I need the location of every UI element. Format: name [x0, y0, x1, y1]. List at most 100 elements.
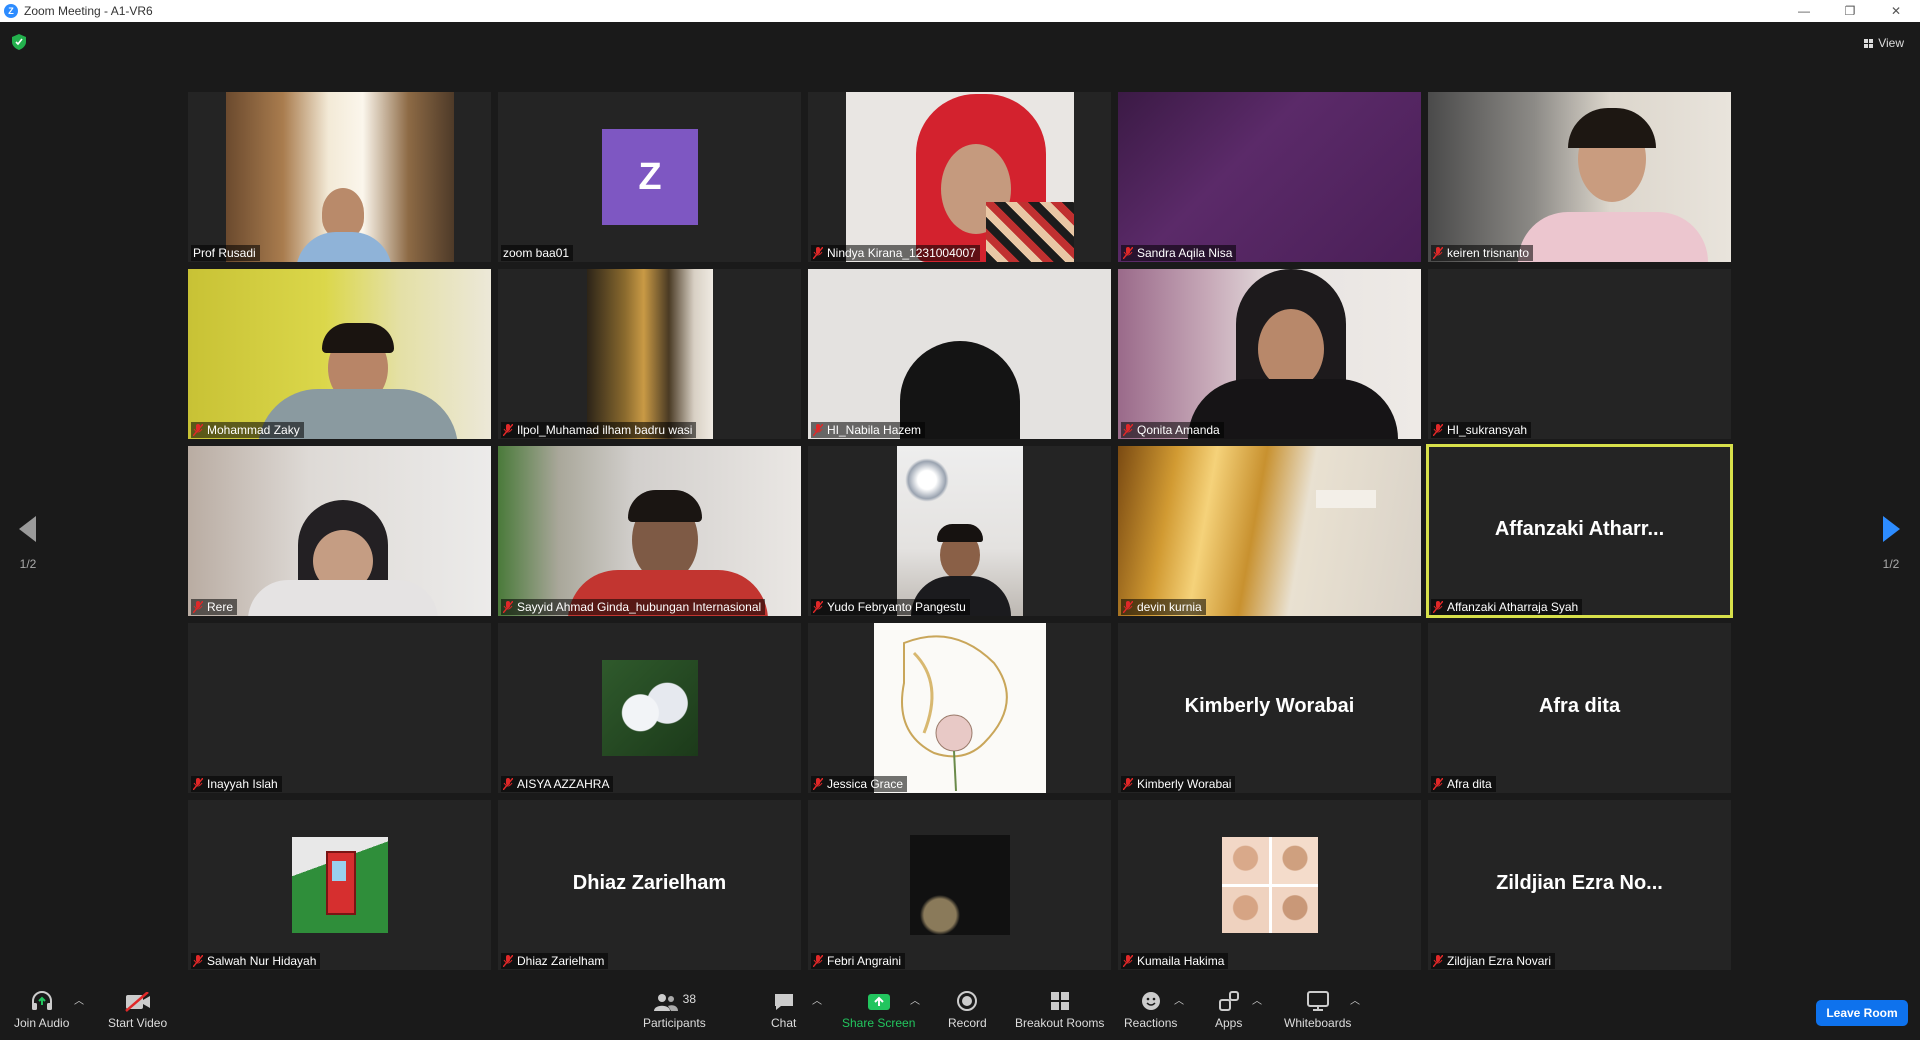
participant-tile[interactable]: HI_sukransyah [1428, 269, 1731, 439]
participant-name-label: Prof Rusadi [191, 245, 260, 261]
next-page-arrow-icon[interactable] [1882, 516, 1900, 542]
participant-tile[interactable]: Sayyid Ahmad Ginda_hubungan Internasiona… [498, 446, 801, 616]
audio-options-caret-icon[interactable]: ︿ [74, 992, 84, 1007]
participant-name: keiren trisnanto [1447, 246, 1530, 260]
participant-name: Dhiaz Zarielham [517, 954, 605, 968]
video-feed [1428, 92, 1731, 262]
participant-tile[interactable]: Rere [188, 446, 491, 616]
share-screen-button[interactable]: Share Screen [842, 986, 915, 1030]
participant-tile[interactable]: Z zoom baa01 [498, 92, 801, 262]
participant-tile[interactable]: Jessica Grace [808, 623, 1111, 793]
muted-mic-icon [1122, 246, 1134, 260]
participant-name-label: Sandra Aqila Nisa [1121, 245, 1237, 261]
avatar [910, 835, 1010, 935]
participant-name: Kimberly Worabai [1137, 777, 1232, 791]
participant-tile-active-speaker[interactable]: Affanzaki Atharr... Affanzaki Atharraja … [1426, 444, 1733, 618]
participant-tile[interactable]: Salwah Nur Hidayah [188, 800, 491, 970]
participant-name-label: Kumaila Hakima [1121, 953, 1229, 969]
participant-tile[interactable]: Inayyah Islah [188, 623, 491, 793]
grid-view-icon [1864, 38, 1874, 48]
participant-name-label: keiren trisnanto [1431, 245, 1534, 261]
participant-tile[interactable]: Qonita Amanda [1118, 269, 1421, 439]
participant-name: Sandra Aqila Nisa [1137, 246, 1233, 260]
apps-button[interactable]: Apps [1215, 986, 1242, 1030]
previous-page-arrow-icon[interactable] [19, 516, 37, 542]
participant-name-label: devin kurnia [1121, 599, 1206, 615]
leave-room-button[interactable]: Leave Room [1816, 1000, 1908, 1026]
participant-tile[interactable]: Dhiaz Zarielham Dhiaz Zarielham [498, 800, 801, 970]
participant-name-label: Febri Angraini [811, 953, 906, 969]
meeting-toolbar: Join Audio ︿ Start Video 38 Participants… [0, 982, 1920, 1040]
participant-name-label: Dhiaz Zarielham [501, 953, 609, 969]
breakout-rooms-icon [1049, 986, 1071, 1012]
participant-tile[interactable]: keiren trisnanto [1428, 92, 1731, 262]
participant-name-label: Mohammad Zaky [191, 422, 304, 438]
participant-tile[interactable]: devin kurnia [1118, 446, 1421, 616]
participant-name: HI_sukransyah [1447, 423, 1528, 437]
muted-mic-icon [502, 423, 514, 437]
participant-tile[interactable]: Mohammad Zaky [188, 269, 491, 439]
participant-tile[interactable]: AISYA AZZAHRA [498, 623, 801, 793]
breakout-rooms-button[interactable]: Breakout Rooms [1015, 986, 1104, 1030]
participant-name-label: HI_sukransyah [1431, 422, 1532, 438]
participant-display-name: Kimberly Worabai [1184, 695, 1355, 717]
video-feed [587, 269, 713, 439]
participant-tile[interactable]: Afra dita Afra dita [1428, 623, 1731, 793]
whiteboards-options-caret-icon[interactable]: ︿ [1350, 992, 1360, 1007]
minimize-button[interactable]: — [1781, 0, 1827, 22]
muted-mic-icon [812, 954, 824, 968]
participant-tile[interactable]: Kimberly Worabai Kimberly Worabai [1118, 623, 1421, 793]
share-options-caret-icon[interactable]: ︿ [910, 992, 920, 1007]
video-feed [188, 446, 491, 616]
join-audio-label: Join Audio [14, 1016, 70, 1030]
participants-icon-group: 38 [653, 986, 696, 1012]
participant-tile[interactable]: Zildjian Ezra No... Zildjian Ezra Novari [1428, 800, 1731, 970]
participant-tile[interactable]: Prof Rusadi [188, 92, 491, 262]
encryption-shield-icon[interactable] [12, 34, 26, 50]
muted-mic-icon [192, 600, 204, 614]
record-label: Record [948, 1016, 987, 1030]
record-button[interactable]: Record [948, 986, 987, 1030]
start-video-button[interactable]: Start Video [108, 986, 167, 1030]
muted-mic-icon [1432, 777, 1444, 791]
apps-icon [1218, 986, 1240, 1012]
close-button[interactable]: ✕ [1873, 0, 1919, 22]
participant-name-label: Zildjian Ezra Novari [1431, 953, 1556, 969]
participant-name-label: Sayyid Ahmad Ginda_hubungan Internasiona… [501, 599, 766, 615]
muted-mic-icon [812, 777, 824, 791]
participant-name-label: Kimberly Worabai [1121, 776, 1236, 792]
participant-tile[interactable]: HI_Nabila Hazem [808, 269, 1111, 439]
participant-name: AISYA AZZAHRA [517, 777, 610, 791]
participant-tile[interactable]: Ilpol_Muhamad ilham badru wasi [498, 269, 801, 439]
chat-options-caret-icon[interactable]: ︿ [812, 992, 822, 1007]
participant-name-label: Qonita Amanda [1121, 422, 1224, 438]
participant-tile[interactable]: Kumaila Hakima [1118, 800, 1421, 970]
participant-display-name: Dhiaz Zarielham [572, 872, 727, 894]
participant-name: Jessica Grace [827, 777, 904, 791]
smiley-icon [1140, 986, 1162, 1012]
participant-name-label: zoom baa01 [501, 245, 574, 261]
apps-options-caret-icon[interactable]: ︿ [1252, 992, 1262, 1007]
next-page-nav[interactable]: 1/2 [1871, 516, 1911, 571]
muted-mic-icon [812, 423, 824, 437]
previous-page-nav[interactable]: 1/2 [8, 516, 48, 571]
chat-button[interactable]: Chat [771, 986, 796, 1030]
participant-name: Inayyah Islah [207, 777, 278, 791]
reactions-button[interactable]: Reactions [1124, 986, 1177, 1030]
participant-tile[interactable]: Nindya Kirana_1231004007 [808, 92, 1111, 262]
view-button[interactable]: View [1858, 33, 1910, 53]
reactions-options-caret-icon[interactable]: ︿ [1174, 992, 1184, 1007]
view-label: View [1878, 36, 1904, 50]
participant-tile[interactable]: Yudo Febryanto Pangestu [808, 446, 1111, 616]
reactions-label: Reactions [1124, 1016, 1178, 1030]
participant-tile[interactable]: Sandra Aqila Nisa [1118, 92, 1421, 262]
participant-name-label: Jessica Grace [811, 776, 908, 792]
video-feed [808, 269, 1111, 439]
muted-mic-icon [1432, 954, 1444, 968]
participants-button[interactable]: 38 Participants [643, 986, 706, 1030]
join-audio-button[interactable]: Join Audio [14, 986, 69, 1030]
restore-button[interactable]: ❐ [1827, 0, 1873, 22]
participant-name-label: Yudo Febryanto Pangestu [811, 599, 970, 615]
participant-tile[interactable]: Febri Angraini [808, 800, 1111, 970]
whiteboards-button[interactable]: Whiteboards [1284, 986, 1351, 1030]
